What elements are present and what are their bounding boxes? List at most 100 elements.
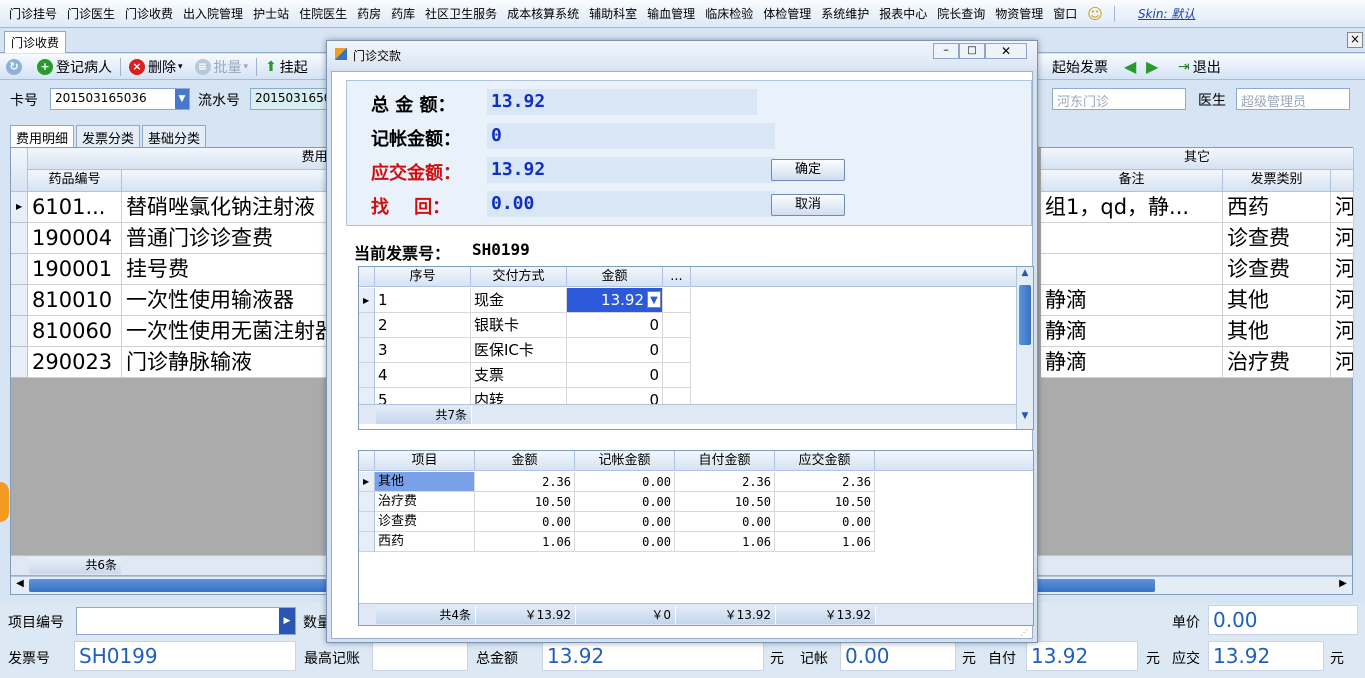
table-cell-code[interactable]: 6101... <box>28 192 122 223</box>
table-cell-due[interactable]: 2.36 <box>775 472 875 492</box>
table-cell-more[interactable] <box>663 338 691 363</box>
scroll-down-icon[interactable]: ▼ <box>1018 411 1032 425</box>
table-cell-no[interactable]: 1 <box>375 288 471 313</box>
table-cell-type[interactable]: 诊查费 <box>1223 223 1331 254</box>
chevron-right-icon[interactable]: ▶ <box>279 608 295 634</box>
card-number-field[interactable]: 201503165036 ▼ <box>50 88 190 110</box>
table-cell-code[interactable]: 190001 <box>28 254 122 285</box>
table-cell-extra[interactable]: 河 <box>1331 254 1354 285</box>
scroll-up-icon[interactable]: ▲ <box>1018 268 1032 282</box>
table-cell-code[interactable]: 810060 <box>28 316 122 347</box>
table-cell-extra[interactable]: 河 <box>1331 316 1354 347</box>
col-header-amount[interactable]: 金额 <box>475 451 575 471</box>
table-cell-self[interactable]: 1.06 <box>675 532 775 552</box>
menu-item[interactable]: 护士站 <box>248 5 294 22</box>
row-indicator[interactable] <box>359 338 375 363</box>
chevron-down-icon[interactable]: ▼ <box>175 89 189 109</box>
table-cell-extra[interactable]: 河 <box>1331 347 1354 378</box>
skin-link[interactable]: Skin: 默认 <box>1133 5 1200 22</box>
col-header-amount[interactable]: 金额 <box>567 267 663 287</box>
max-charge-value[interactable] <box>372 641 468 671</box>
table-cell-method[interactable]: 医保IC卡 <box>471 338 567 363</box>
table-cell-extra[interactable]: 河 <box>1331 223 1354 254</box>
table-cell-amount[interactable]: 0 <box>567 363 663 388</box>
table-cell-note[interactable]: 静滴 <box>1041 285 1223 316</box>
row-indicator[interactable]: ▶ <box>359 288 375 313</box>
menu-item[interactable]: 出入院管理 <box>178 5 248 22</box>
table-cell-amt[interactable]: 2.36 <box>475 472 575 492</box>
resize-grip-icon[interactable]: ⋰ <box>1020 628 1030 638</box>
start-invoice-button[interactable]: 起始发票 <box>1046 56 1114 78</box>
smiley-icon[interactable]: ☺ <box>1082 5 1108 23</box>
table-cell-self[interactable]: 2.36 <box>675 472 775 492</box>
col-header-due[interactable]: 应交金额 <box>775 451 875 471</box>
row-indicator[interactable] <box>359 512 375 532</box>
col-header-more[interactable]: ... <box>663 267 691 287</box>
table-cell-method[interactable]: 支票 <box>471 363 567 388</box>
prev-arrow-icon[interactable]: ◀ <box>1118 56 1142 78</box>
tab-invoice-category[interactable]: 发票分类 <box>76 125 141 147</box>
table-cell-code[interactable]: 190004 <box>28 223 122 254</box>
hold-button[interactable]: ⬆ 挂起 <box>259 56 314 78</box>
table-cell-type[interactable]: 西药 <box>1223 192 1331 223</box>
tab-fee-detail[interactable]: 费用明细 <box>10 125 75 147</box>
row-indicator[interactable]: ▶ <box>359 472 375 492</box>
tab-basic-category[interactable]: 基础分类 <box>142 125 207 147</box>
table-cell-method[interactable]: 银联卡 <box>471 313 567 338</box>
row-indicator[interactable] <box>11 254 28 285</box>
dialog-titlebar[interactable]: 门诊交款 – □ ✕ <box>327 41 1037 69</box>
table-cell-note[interactable]: 静滴 <box>1041 347 1223 378</box>
table-cell-note[interactable]: 组1，qd，静... <box>1041 192 1223 223</box>
table-cell-charge[interactable]: 0.00 <box>575 512 675 532</box>
next-arrow-icon[interactable]: ▶ <box>1140 56 1164 78</box>
menu-item[interactable]: 物资管理 <box>990 5 1048 22</box>
table-cell-amt[interactable]: 1.06 <box>475 532 575 552</box>
table-cell-due[interactable]: 1.06 <box>775 532 875 552</box>
menu-item[interactable]: 系统维护 <box>816 5 874 22</box>
table-cell-extra[interactable]: 河 <box>1331 192 1354 223</box>
table-cell-item[interactable]: 西药 <box>375 532 475 552</box>
table-cell-note[interactable] <box>1041 254 1223 285</box>
row-indicator[interactable] <box>359 363 375 388</box>
table-cell-type[interactable]: 诊查费 <box>1223 254 1331 285</box>
maximize-icon[interactable]: □ <box>959 43 985 59</box>
table-cell-self[interactable]: 10.50 <box>675 492 775 512</box>
table-cell-more[interactable] <box>663 363 691 388</box>
change-field[interactable]: 0.00 <box>487 191 775 217</box>
menu-item[interactable]: 门诊医生 <box>62 5 120 22</box>
tab-outpatient-charge[interactable]: 门诊收费 <box>4 31 67 53</box>
table-cell-note[interactable] <box>1041 223 1223 254</box>
batch-button[interactable]: ≡ 批量 ▾ <box>189 56 255 78</box>
scroll-right-icon[interactable]: ▶ <box>1336 578 1350 592</box>
col-header-extra[interactable] <box>1331 170 1354 192</box>
table-cell-due[interactable]: 10.50 <box>775 492 875 512</box>
side-panel-handle[interactable] <box>0 482 9 522</box>
table-cell-code[interactable]: 290023 <box>28 347 122 378</box>
table-cell-item[interactable]: 治疗费 <box>375 492 475 512</box>
table-cell-type[interactable]: 其他 <box>1223 285 1331 316</box>
table-cell-more[interactable] <box>663 313 691 338</box>
menu-item[interactable]: 社区卫生服务 <box>420 5 502 22</box>
table-cell-method[interactable]: 现金 <box>471 288 567 313</box>
menu-item[interactable]: 临床检验 <box>700 5 758 22</box>
delete-button[interactable]: × 删除 ▾ <box>123 56 189 78</box>
table-cell-item[interactable]: 诊查费 <box>375 512 475 532</box>
col-header-invoice-type[interactable]: 发票类别 <box>1223 170 1331 192</box>
table-cell-charge[interactable]: 0.00 <box>575 532 675 552</box>
table-cell-no[interactable]: 2 <box>375 313 471 338</box>
menu-item[interactable]: 门诊收费 <box>120 5 178 22</box>
col-header-self[interactable]: 自付金额 <box>675 451 775 471</box>
row-indicator[interactable] <box>359 492 375 512</box>
exit-button[interactable]: ⇥ 退出 <box>1172 56 1227 78</box>
close-icon[interactable]: ✕ <box>985 43 1027 59</box>
table-cell-amount[interactable]: 0 <box>567 313 663 338</box>
register-patient-button[interactable]: + 登记病人 <box>31 56 118 78</box>
table-cell-item[interactable]: 其他 <box>375 472 475 492</box>
table-cell-code[interactable]: 810010 <box>28 285 122 316</box>
col-header-item[interactable]: 项目 <box>375 451 475 471</box>
menu-item[interactable]: 报表中心 <box>874 5 932 22</box>
row-indicator[interactable]: ▶ <box>11 192 28 223</box>
table-cell-amount[interactable]: 0 <box>567 338 663 363</box>
table-cell-amt[interactable]: 0.00 <box>475 512 575 532</box>
table-cell-due[interactable]: 0.00 <box>775 512 875 532</box>
